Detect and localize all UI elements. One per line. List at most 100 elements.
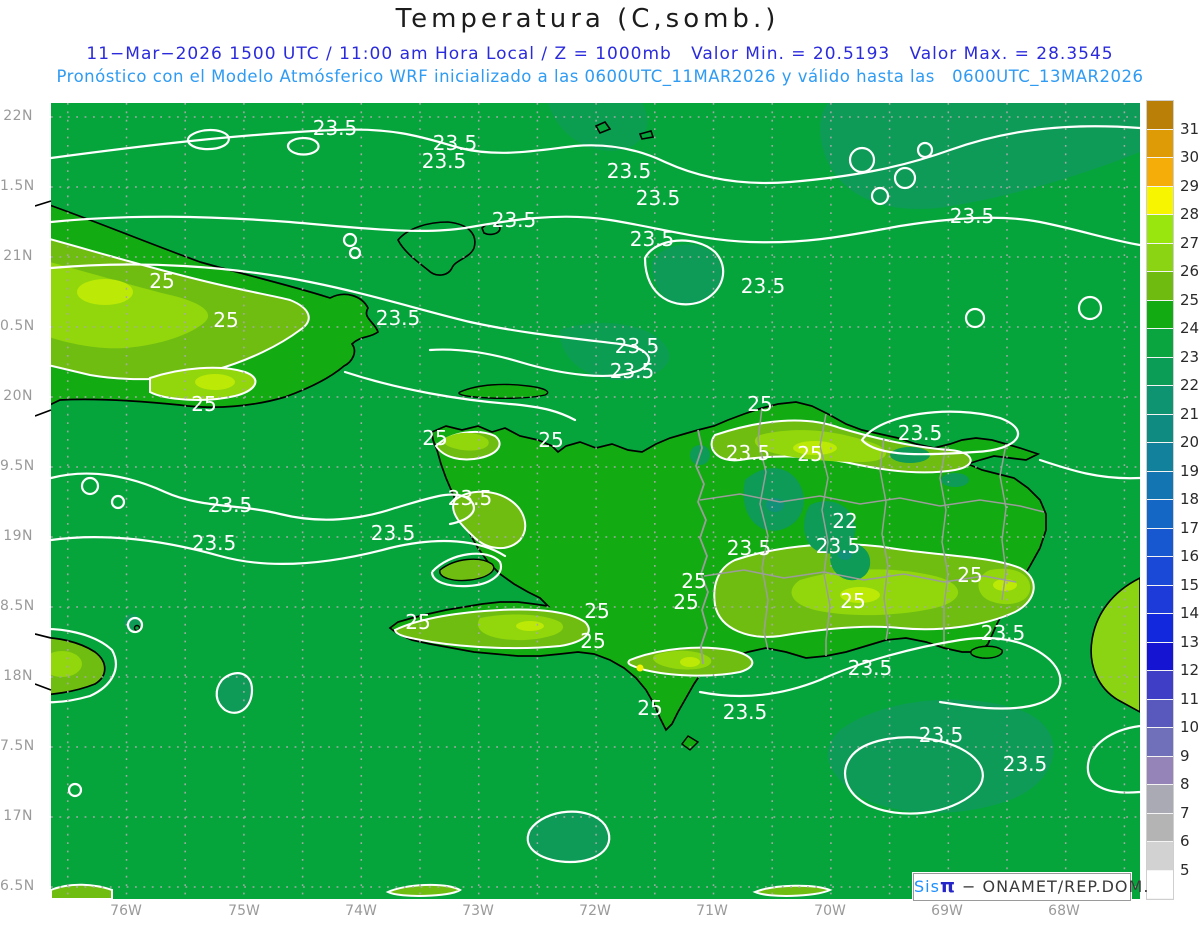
colorbar (1146, 100, 1174, 900)
map-canvas: 23.5 23.5 23.5 23.5 23.5 23.5 23.5 23.5 23.5 23.5… (29, 103, 1142, 900)
colorbar-label: 25 (1180, 290, 1200, 309)
colorbar-segment (1147, 756, 1173, 785)
contour-label: 23.5 (192, 531, 237, 555)
lon-label: 71W (696, 903, 728, 919)
contour-label: 25 (797, 442, 822, 466)
colorbar-label: 14 (1180, 604, 1200, 622)
colorbar-label: 10 (1180, 718, 1200, 736)
lon-label: 73W (462, 903, 494, 919)
colorbar-segment (1147, 414, 1173, 443)
colorbar-segment (1147, 443, 1173, 472)
lon-label: 69W (931, 903, 963, 919)
contour-label: 23.5 (630, 227, 675, 251)
page-title: Temperatura (C,somb.) (395, 4, 780, 34)
contour-label: 25 (422, 426, 447, 450)
colorbar-segment (1147, 870, 1173, 899)
colorbar-label: 6 (1180, 832, 1190, 850)
colorbar-label: 11 (1180, 689, 1200, 708)
colorbar-label: 19 (1180, 461, 1200, 480)
colorbar-segment (1147, 500, 1173, 529)
lat-label: 20N (3, 388, 33, 404)
colorbar-segment (1147, 842, 1173, 871)
colorbar-label: 27 (1180, 233, 1200, 252)
lon-label: 70W (814, 903, 846, 919)
contour-label: 25 (957, 563, 982, 587)
lon-label: 75W (228, 903, 260, 919)
lat-label: 19N (3, 528, 33, 544)
colorbar-label: 12 (1180, 661, 1200, 679)
contour-label: 25 (673, 590, 698, 614)
lon-label: 68W (1048, 903, 1080, 919)
lat-label: 18N (3, 668, 33, 684)
colorbar-label: 8 (1180, 775, 1190, 793)
colorbar-segment (1147, 557, 1173, 586)
colorbar-segment (1147, 101, 1173, 130)
colorbar-label: 31 (1180, 119, 1200, 138)
colorbar-segment (1147, 471, 1173, 500)
lon-label: 76W (110, 903, 142, 919)
colorbar-label: 28 (1180, 205, 1200, 223)
colorbar-label: 13 (1180, 632, 1200, 651)
contour-label: 23.5 (376, 306, 421, 330)
colorbar-segment (1147, 186, 1173, 215)
subtitle-datetime-minmax: 11−Mar−2026 1500 UTC / 11:00 am Hora Loc… (86, 44, 1114, 64)
colorbar-label: 9 (1180, 746, 1190, 765)
lat-label: 8.5N (0, 598, 35, 614)
contour-label: 23.5 (492, 208, 537, 232)
contour-label: 25 (191, 392, 216, 416)
contour-label: 23.5 (636, 186, 681, 210)
contour-label: 23.5 (371, 521, 416, 545)
colorbar-segment (1147, 300, 1173, 329)
credit-text: − ONAMET/REP.DOM. (955, 877, 1150, 896)
colorbar-label: 29 (1180, 176, 1200, 195)
colorbar-segment (1147, 614, 1173, 643)
colorbar-label: 17 (1180, 518, 1200, 537)
contour-label: 23.5 (1003, 752, 1048, 776)
credit-sis: Sis (914, 877, 940, 896)
colorbar-label: 26 (1180, 262, 1200, 280)
colorbar-segment (1147, 671, 1173, 700)
colorbar-label: 15 (1180, 575, 1200, 594)
colorbar-segment (1147, 785, 1173, 814)
contour-label: 25 (840, 589, 865, 613)
contour-label: 23.5 (848, 656, 893, 680)
contour-label: 25 (747, 392, 772, 416)
colorbar-label: 7 (1180, 803, 1190, 822)
colorbar-segment (1147, 243, 1173, 272)
colorbar-label: 23 (1180, 347, 1200, 366)
lat-label: 0.5N (0, 318, 35, 334)
colorbar-label: 22 (1180, 376, 1200, 394)
saona-island (970, 645, 1003, 659)
contour-label: 23.5 (726, 441, 771, 465)
colorbar-label: 21 (1180, 404, 1200, 423)
colorbar-segment (1147, 699, 1173, 728)
colorbar-label: 30 (1180, 148, 1200, 166)
lat-label: 22N (3, 108, 33, 124)
lat-label: 21N (3, 248, 33, 264)
subtitle-model-info: Pronóstico con el Modelo Atmósferico WRF… (56, 67, 1144, 86)
colorbar-segment (1147, 585, 1173, 614)
colorbar-segment (1147, 528, 1173, 557)
contour-label: 25 (637, 696, 662, 720)
colorbar-segment (1147, 329, 1173, 358)
contour-label: 25 (580, 629, 605, 653)
colorbar-segment (1147, 813, 1173, 842)
contour-label: 23.5 (313, 116, 358, 140)
contour-label: 25 (149, 269, 174, 293)
contour-label: 23.5 (816, 534, 861, 558)
contour-label: 25 (213, 308, 238, 332)
colorbar-segment (1147, 357, 1173, 386)
colorbar-segment (1147, 642, 1173, 671)
lat-label: 7.5N (0, 738, 35, 754)
contour-label: 23.5 (448, 486, 493, 510)
colorbar-segment (1147, 728, 1173, 757)
colorbar-segment (1147, 158, 1173, 187)
colorbar-segment (1147, 215, 1173, 244)
credit-box: Sisπ − ONAMET/REP.DOM. (913, 873, 1148, 901)
contour-label: 25 (538, 428, 563, 452)
colorbar-label: 24 (1180, 319, 1200, 337)
lon-label: 72W (579, 903, 611, 919)
contour-label: 23.5 (422, 149, 467, 173)
contour-label: 23.5 (615, 334, 660, 358)
credit-pi-icon: π (939, 875, 956, 897)
